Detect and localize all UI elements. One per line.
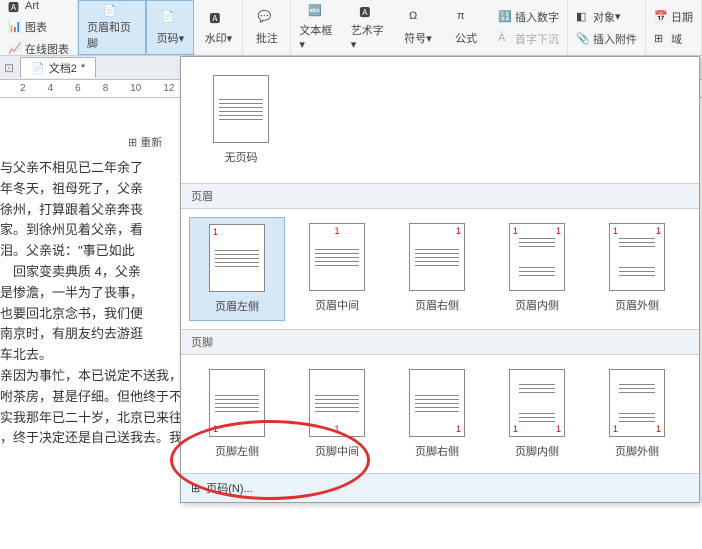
object-group: ◧对象▾ 📎插入附件 xyxy=(568,0,646,55)
header-footer-icon: 📄 xyxy=(103,4,121,17)
watermark-button[interactable]: 🅰 水印▾ xyxy=(194,0,242,55)
footer-right-option[interactable]: 1 页脚右侧 xyxy=(389,363,485,465)
attachment-icon: 📎 xyxy=(576,32,590,46)
reindex-icon: ⊞ xyxy=(128,136,137,149)
footer-center-option[interactable]: 1 页脚中间 xyxy=(289,363,385,465)
ribbon-toolbar: 🅰Art 📊图表 📈在线图表 📄 页眉和页脚 📄 页码▾ 🅰 水印▾ 💬 批注 … xyxy=(0,0,702,56)
no-page-number-option[interactable]: 无页码 xyxy=(193,69,289,171)
header-right-option[interactable]: 1 页眉右侧 xyxy=(389,217,485,321)
footer-outside-option[interactable]: 11 页脚外侧 xyxy=(589,363,685,465)
header-footer-button[interactable]: 📄 页眉和页脚 xyxy=(78,0,146,55)
drop-cap-button[interactable]: Ä首字下沉 xyxy=(494,29,563,49)
header-inside-option[interactable]: 11 页眉内侧 xyxy=(489,217,585,321)
object-icon: ◧ xyxy=(576,10,590,24)
chart-button[interactable]: 📊图表 xyxy=(4,17,73,37)
date-icon: 📅 xyxy=(654,10,668,24)
annotation-icon: 💬 xyxy=(258,10,276,28)
date-group: 📅日期 ⊞域 xyxy=(646,0,702,55)
tab-title: 文档2 xyxy=(49,60,77,76)
textbox-icon: 🔤 xyxy=(308,4,326,20)
field-button[interactable]: ⊞域 xyxy=(650,29,697,49)
textbox-button[interactable]: 🔤 文本框▾ xyxy=(290,0,342,55)
dropcap-icon: Ä xyxy=(498,32,512,46)
symbol-icon: Ω xyxy=(409,10,427,28)
page-number-more-icon: ⊞ xyxy=(191,482,200,495)
insert-number-button[interactable]: 🔢插入数字 xyxy=(494,7,563,27)
online-chart-icon: 📈 xyxy=(8,42,22,56)
tab-modified-marker: * xyxy=(81,62,85,74)
tabbar-prev-icon[interactable]: ⊡ xyxy=(4,61,14,75)
formula-button[interactable]: π 公式 xyxy=(442,0,490,55)
chart-icon: 📊 xyxy=(8,20,22,34)
reindex-label[interactable]: ⊞重新 xyxy=(128,134,162,150)
insert-group: 🔢插入数字 Ä首字下沉 xyxy=(490,0,568,55)
attachment-button[interactable]: 📎插入附件 xyxy=(572,29,641,49)
page-number-dropdown: 无页码 页眉 1 页眉左侧 1 页眉中间 1 页眉右侧 11 页眉内侧 11 页… xyxy=(180,56,700,503)
wordart-button[interactable]: 🅰 艺术字▾ xyxy=(343,0,394,55)
online-chart-button[interactable]: 📈在线图表 xyxy=(4,39,73,59)
footer-inside-option[interactable]: 11 页脚内侧 xyxy=(489,363,585,465)
footer-section-label: 页脚 xyxy=(181,329,699,355)
field-icon: ⊞ xyxy=(654,32,668,46)
document-tab[interactable]: 📄 文档2 * xyxy=(20,57,96,78)
annotation-button[interactable]: 💬 批注 xyxy=(242,0,290,55)
header-options-row: 1 页眉左侧 1 页眉中间 1 页眉右侧 11 页眉内侧 11 页眉外侧 xyxy=(181,209,699,329)
page-number-button[interactable]: 📄 页码▾ xyxy=(146,0,194,55)
footer-left-option[interactable]: 1 页脚左侧 xyxy=(189,363,285,465)
page-number-icon: 📄 xyxy=(161,10,179,28)
date-button[interactable]: 📅日期 xyxy=(650,7,697,27)
object-button[interactable]: ◧对象▾ xyxy=(572,7,641,27)
header-outside-option[interactable]: 11 页眉外侧 xyxy=(589,217,685,321)
art-icon: 🅰 xyxy=(8,0,22,13)
watermark-icon: 🅰 xyxy=(209,10,227,28)
symbol-button[interactable]: Ω 符号▾ xyxy=(394,0,442,55)
formula-icon: π xyxy=(457,10,475,28)
footer-options-row: 1 页脚左侧 1 页脚中间 1 页脚右侧 11 页脚内侧 11 页脚外侧 xyxy=(181,355,699,473)
chart-group: 🅰Art 📊图表 📈在线图表 xyxy=(0,0,78,55)
page-number-more-option[interactable]: ⊞ 页码(N)... xyxy=(181,473,699,502)
number-icon: 🔢 xyxy=(498,10,512,24)
wordart-icon: 🅰 xyxy=(359,4,377,20)
header-section-label: 页眉 xyxy=(181,183,699,209)
header-center-option[interactable]: 1 页眉中间 xyxy=(289,217,385,321)
art-button[interactable]: 🅰Art xyxy=(4,0,73,15)
doc-icon: 📄 xyxy=(31,62,45,75)
thumb-none xyxy=(213,75,269,143)
header-left-option[interactable]: 1 页眉左侧 xyxy=(189,217,285,321)
